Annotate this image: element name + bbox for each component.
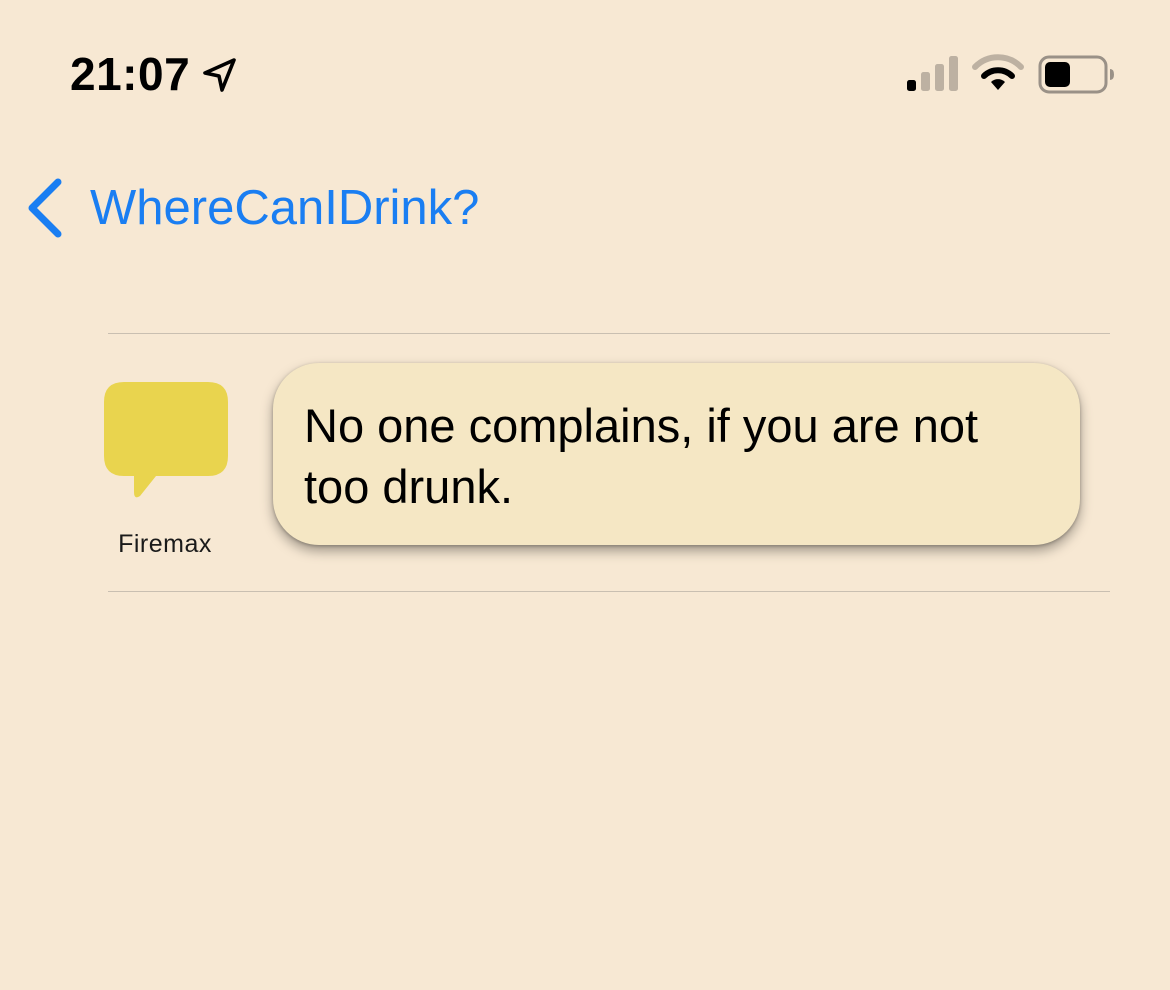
battery-icon <box>1038 55 1114 94</box>
location-arrow-icon <box>203 58 236 92</box>
chevron-left-icon <box>28 178 62 238</box>
comment-row: Firemax No one complains, if you are not… <box>0 334 1170 591</box>
comment-text: No one complains, if you are not too dru… <box>304 399 979 513</box>
status-bar: 21:07 <box>0 0 1170 150</box>
cellular-signal-icon <box>907 56 958 91</box>
speech-bubble-icon <box>104 382 228 498</box>
back-button-label: WhereCanIDrink? <box>90 181 480 235</box>
back-button[interactable]: WhereCanIDrink? <box>24 170 479 246</box>
wifi-icon <box>972 54 1024 90</box>
status-time: 21:07 <box>70 48 191 100</box>
divider <box>108 591 1110 592</box>
author-name: Firemax <box>118 530 212 558</box>
comment-bubble: No one complains, if you are not too dru… <box>273 363 1080 545</box>
